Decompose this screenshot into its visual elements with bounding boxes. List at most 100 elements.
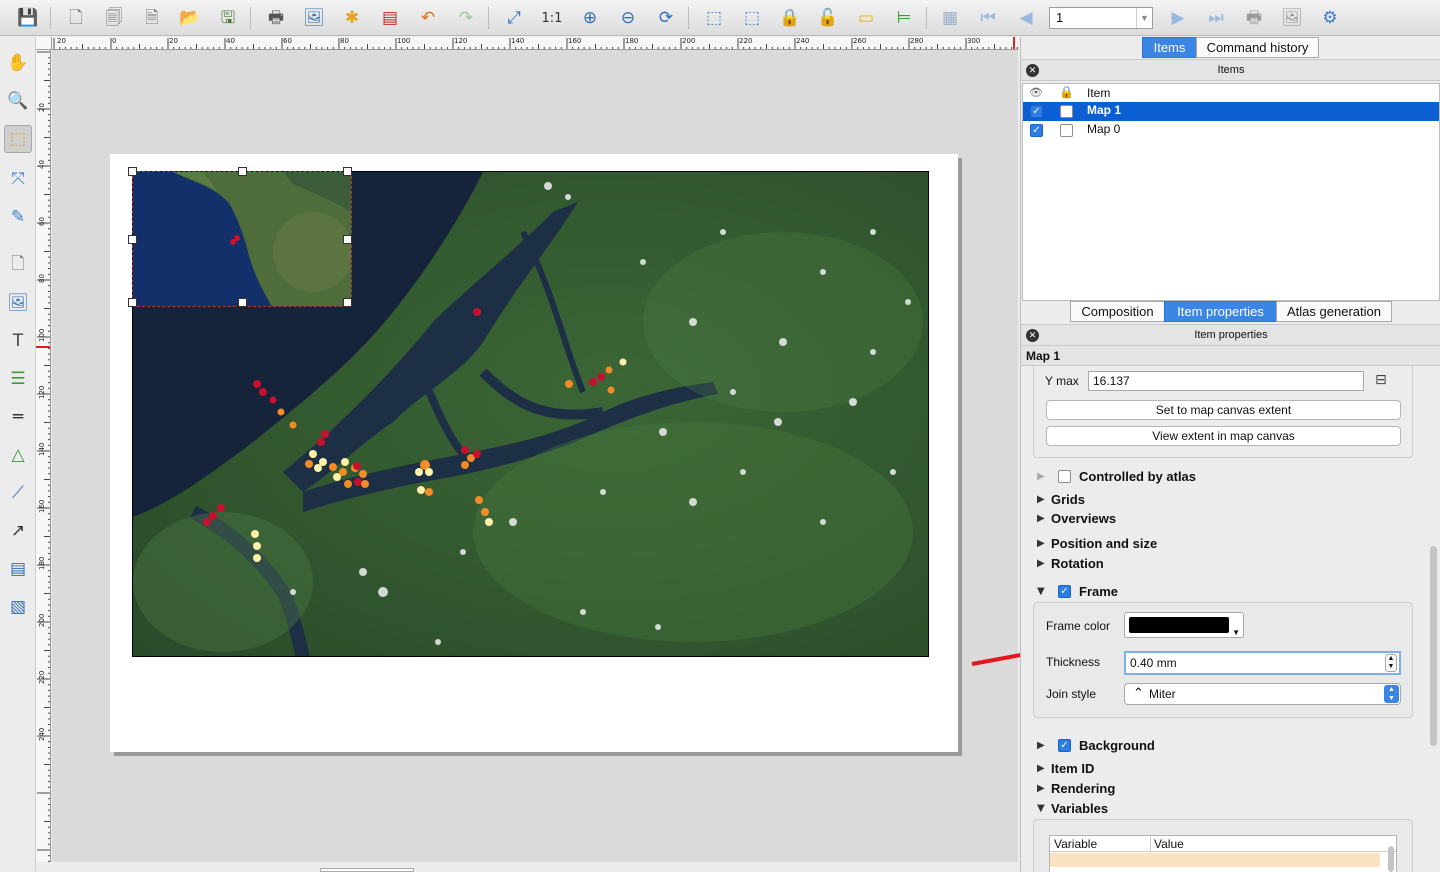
ymax-field[interactable]: 16.137 [1088, 371, 1364, 391]
zoom-in-icon[interactable]: ⊕ [576, 4, 604, 32]
section-background[interactable]: ▶ ✓ Background [1037, 738, 1155, 753]
atlas-page-input[interactable]: 1 ▼ [1049, 7, 1153, 29]
refresh-icon[interactable]: ⟳ [652, 4, 680, 32]
open-template-icon[interactable]: 📂 [176, 4, 204, 32]
close-icon[interactable]: ✕ [1026, 64, 1039, 77]
tab-items[interactable]: Items [1142, 37, 1197, 58]
lock-checkbox[interactable] [1060, 124, 1073, 137]
visibility-checkbox[interactable]: ✓ [1030, 105, 1043, 118]
variables-table[interactable]: Variable Value [1049, 835, 1397, 872]
zoom-tool-icon[interactable]: 🔍 [4, 87, 32, 115]
set-extent-button[interactable]: Set to map canvas extent [1046, 400, 1401, 420]
atlas-checkbox[interactable] [1058, 470, 1071, 483]
composer-canvas[interactable] [52, 50, 1018, 872]
resize-handle[interactable] [128, 235, 137, 244]
horizontal-ruler[interactable]: 20 0 20 40 60 80 100 120 140 160 180 200… [52, 37, 1018, 50]
previous-feature-icon[interactable]: ◀ [1012, 4, 1040, 32]
add-map-icon[interactable]: 🗋 [4, 251, 32, 279]
add-legend-icon[interactable]: ☰ [4, 365, 32, 393]
vertical-ruler[interactable]: 20 40 60 80 100 120 140 160 180 200 220 … [36, 50, 51, 862]
atlas-settings-icon[interactable]: ⚙ [1316, 4, 1344, 32]
section-variables[interactable]: ▼ Variables [1037, 801, 1108, 816]
align-icon[interactable]: ⊨ [890, 4, 918, 32]
redo-icon[interactable]: ↷ [452, 4, 480, 32]
section-controlled-by-atlas[interactable]: ▶ Controlled by atlas [1037, 469, 1196, 484]
zoom-out-icon[interactable]: ⊖ [614, 4, 642, 32]
section-position-size[interactable]: ▶ Position and size [1037, 536, 1157, 551]
add-nodes-icon[interactable]: ⟋ [4, 479, 32, 507]
last-feature-icon[interactable]: ⏭ [1202, 4, 1230, 32]
section-frame[interactable]: ▼ ✓ Frame [1037, 584, 1118, 599]
export-pdf-icon[interactable]: ▤ [376, 4, 404, 32]
stepper-icon[interactable]: ▲ ▼ [1385, 654, 1397, 672]
first-feature-icon[interactable]: ⏮ [974, 4, 1002, 32]
resize-handle[interactable] [128, 167, 137, 176]
section-item-id[interactable]: ▶ Item ID [1037, 761, 1094, 776]
section-grids[interactable]: ▶ Grids [1037, 492, 1085, 507]
frame-color-button[interactable]: ▼ [1124, 612, 1244, 638]
pan-icon[interactable]: ✋ [4, 49, 32, 77]
data-defined-icon[interactable]: ⊟ [1375, 372, 1387, 388]
visibility-checkbox[interactable]: ✓ [1030, 124, 1043, 137]
add-image-icon[interactable]: 🖼 [4, 289, 32, 317]
resize-handle[interactable] [238, 298, 247, 307]
frame-checkbox[interactable]: ✓ [1058, 585, 1071, 598]
add-html-icon[interactable]: ▧ [4, 593, 32, 621]
export-svg-icon[interactable]: ✱ [338, 4, 366, 32]
next-feature-icon[interactable]: ▶ [1164, 4, 1192, 32]
view-extent-button[interactable]: View extent in map canvas [1046, 426, 1401, 446]
add-label-icon[interactable]: T [4, 327, 32, 355]
resize-handle[interactable] [343, 298, 352, 307]
tab-item-properties[interactable]: Item properties [1164, 301, 1277, 322]
export-image-icon[interactable]: 🖼 [300, 4, 328, 32]
table-row[interactable] [1050, 853, 1380, 867]
raise-icon[interactable]: ▭ [852, 4, 880, 32]
add-table-icon[interactable]: ▤ [4, 555, 32, 583]
resize-handle[interactable] [128, 298, 137, 307]
tab-composition[interactable]: Composition [1070, 301, 1165, 322]
close-icon[interactable]: ✕ [1026, 329, 1039, 342]
resize-handle[interactable] [238, 167, 247, 176]
section-overviews[interactable]: ▶ Overviews [1037, 511, 1116, 526]
resize-handle[interactable] [343, 167, 352, 176]
move-content-icon[interactable]: ⤧ [4, 165, 32, 193]
items-list[interactable]: 👁 🔒 Item ✓ Map 1 ✓ Map 0 [1022, 83, 1440, 301]
unlock-icon[interactable]: 🔓 [814, 4, 842, 32]
new-composer-icon[interactable]: 🗋 [62, 4, 90, 32]
join-style-select[interactable]: ⌃ Miter ▲ ▼ [1124, 683, 1401, 705]
background-checkbox[interactable]: ✓ [1058, 739, 1071, 752]
list-item[interactable]: ✓ Map 0 [1023, 121, 1439, 140]
print-icon[interactable]: 🖶 [262, 4, 290, 32]
ungroup-icon[interactable]: ⬚ [738, 4, 766, 32]
duplicate-composer-icon[interactable]: 🗐 [100, 4, 128, 32]
thickness-spinbox[interactable]: 0.40 mm [1124, 651, 1401, 675]
undo-icon[interactable]: ↶ [414, 4, 442, 32]
save-icon[interactable]: 💾 [14, 4, 42, 32]
zoom-100-icon[interactable]: 1:1 [538, 4, 566, 32]
lock-checkbox[interactable] [1060, 105, 1073, 118]
section-rendering[interactable]: ▶ Rendering [1037, 781, 1115, 796]
horizontal-scrollbar[interactable] [320, 868, 414, 872]
table-scrollbar[interactable] [1388, 846, 1394, 872]
item-properties-scroll[interactable]: Y max 16.137 ⊟ Set to map canvas extent … [1021, 366, 1440, 872]
properties-scrollbar[interactable] [1430, 546, 1437, 746]
save-template-icon[interactable]: 🖫 [214, 4, 242, 32]
add-scalebar-icon[interactable]: ═ [4, 403, 32, 431]
print-atlas-icon[interactable]: 🖶 [1240, 4, 1268, 32]
composer-manager-icon[interactable]: 🗎 [138, 4, 166, 32]
add-arrow-icon[interactable]: ↗ [4, 517, 32, 545]
tab-atlas-generation[interactable]: Atlas generation [1276, 301, 1392, 322]
edit-nodes-icon[interactable]: ✎ [4, 203, 32, 231]
resize-handle[interactable] [343, 235, 352, 244]
select-move-icon[interactable]: ⬚ [4, 125, 32, 153]
export-atlas-icon[interactable]: 🖼 [1278, 4, 1306, 32]
chevron-down-icon[interactable]: ▼ [1136, 8, 1152, 28]
add-shape-icon[interactable]: △ [4, 441, 32, 469]
atlas-preview-icon[interactable]: ▦ [936, 4, 964, 32]
list-item[interactable]: ✓ Map 1 [1023, 102, 1439, 121]
group-icon[interactable]: ⬚ [700, 4, 728, 32]
tab-command-history[interactable]: Command history [1196, 37, 1319, 58]
map-item-inset[interactable] [132, 171, 352, 307]
zoom-full-icon[interactable]: ⤢ [500, 4, 528, 32]
section-rotation[interactable]: ▶ Rotation [1037, 556, 1104, 571]
